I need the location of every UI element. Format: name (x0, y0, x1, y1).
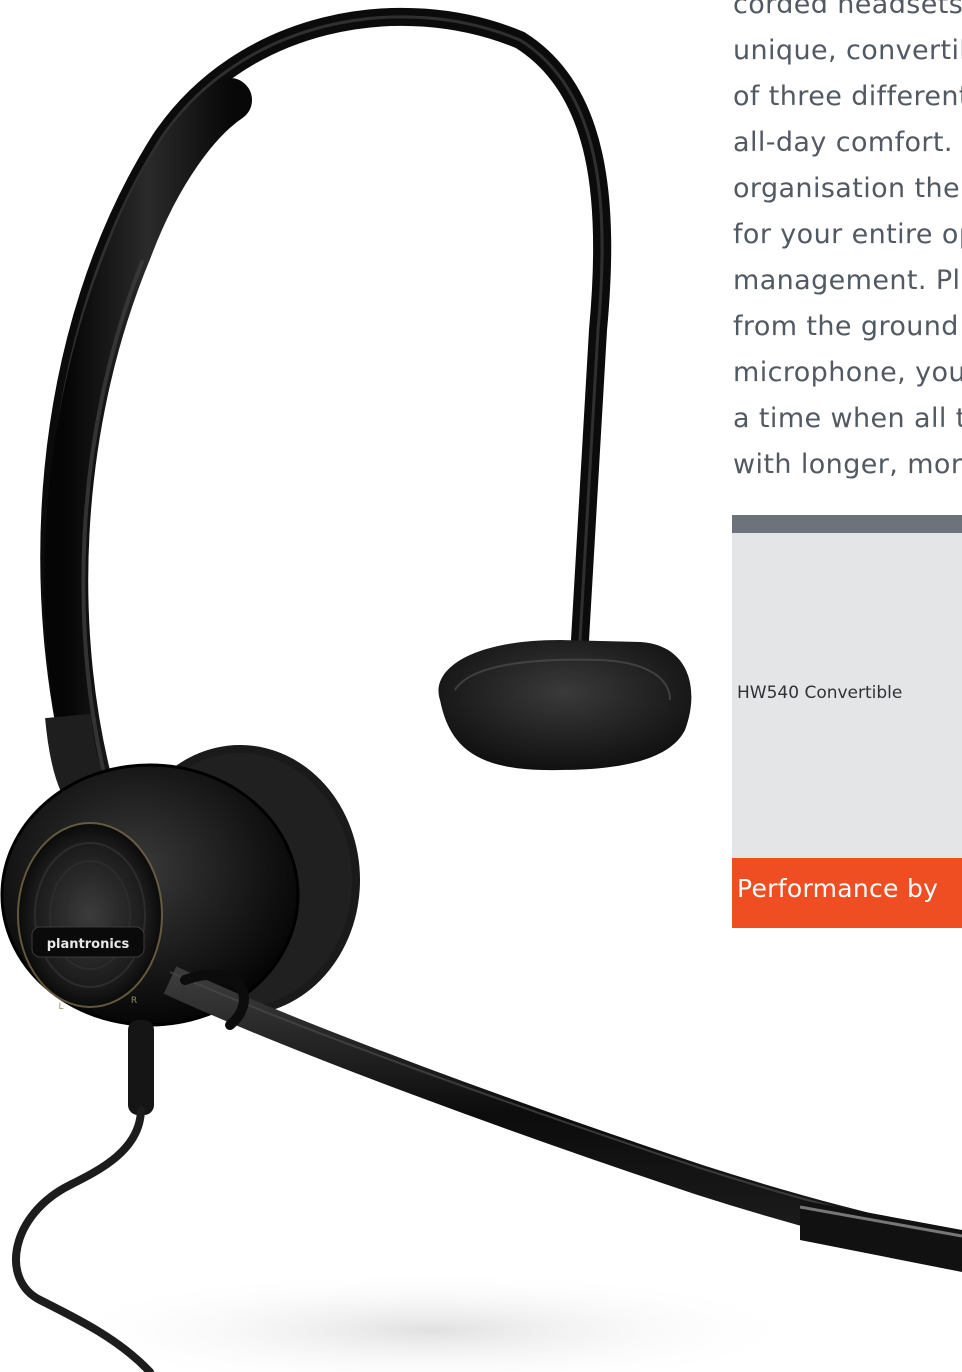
channel-mark-right: R (131, 996, 137, 1006)
brochure-page: corded headsets w unique, convertible of… (0, 0, 962, 1372)
headset-photo: plantronics L R (0, 7, 962, 1372)
floor-shadow (50, 1270, 810, 1372)
cable-strain-relief (128, 1020, 154, 1115)
brand-logo: plantronics (47, 937, 130, 952)
channel-mark-left: L (58, 1002, 63, 1012)
